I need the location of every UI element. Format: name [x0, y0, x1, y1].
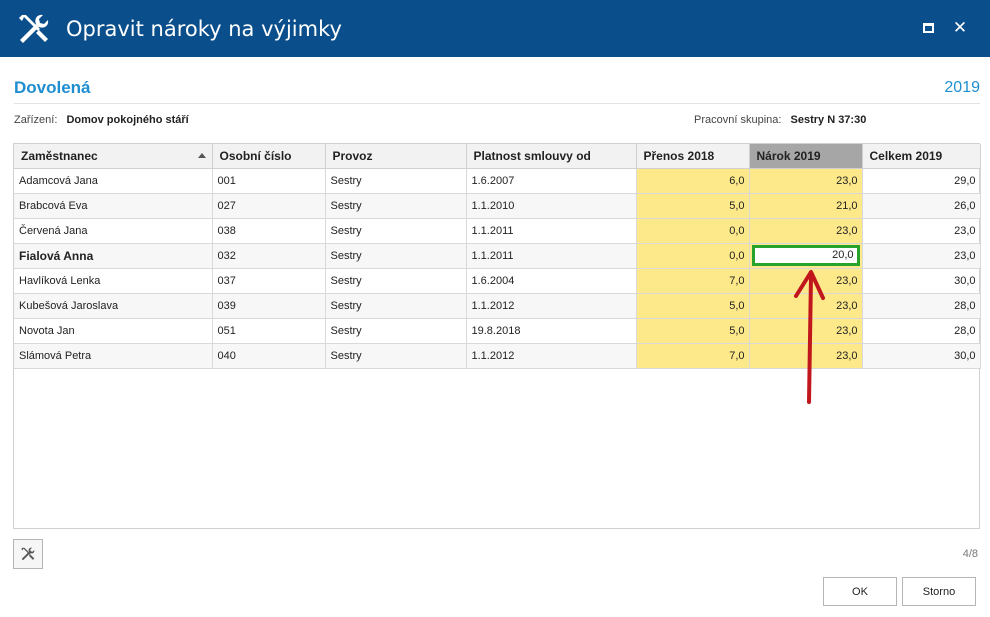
- personal-number-cell: 051: [212, 318, 326, 344]
- contract-start-cell: 1.6.2007: [466, 168, 637, 194]
- column-header-carryover[interactable]: Přenos 2018: [636, 144, 750, 169]
- sort-ascending-icon: [197, 153, 206, 158]
- entitlement-cell[interactable]: 23,0: [749, 268, 863, 294]
- table-row[interactable]: Fialová Anna 032 Sestry 1.1.2011 0,0 20,0 23,0: [14, 243, 981, 269]
- total-cell: 28,0: [862, 318, 981, 344]
- carryover-cell: 7,0: [636, 343, 750, 369]
- column-header-total[interactable]: Celkem 2019: [862, 144, 981, 169]
- wrench-screwdriver-icon: [21, 547, 35, 561]
- carryover-cell: 6,0: [636, 168, 750, 194]
- contract-start-cell: 1.1.2011: [466, 218, 637, 244]
- column-header-contract-start[interactable]: Platnost smlouvy od: [466, 144, 637, 169]
- operation-cell: Sestry: [325, 243, 467, 269]
- column-header-personal-number[interactable]: Osobní číslo: [212, 144, 326, 169]
- entitlement-cell[interactable]: 23,0: [749, 343, 863, 369]
- carryover-cell: 0,0: [636, 243, 750, 269]
- carryover-cell: 7,0: [636, 268, 750, 294]
- table-row[interactable]: Havlíková Lenka 037 Sestry 1.6.2004 7,0 23,0 3…: [14, 268, 981, 294]
- section-title: Dovolená: [14, 78, 91, 97]
- column-header-operation[interactable]: Provoz: [325, 144, 467, 169]
- employee-cell: Slámová Petra: [14, 343, 213, 369]
- entitlement-cell[interactable]: 23,0: [749, 293, 863, 319]
- pager-indicator: 4/8: [962, 548, 978, 560]
- employee-cell: Havlíková Lenka: [14, 268, 213, 294]
- entitlement-cell[interactable]: 21,0: [749, 193, 863, 219]
- cancel-button[interactable]: Storno: [902, 577, 976, 606]
- workgroup-label: Pracovní skupina:: [694, 114, 782, 126]
- entitlement-cell[interactable]: 20,0: [749, 243, 863, 269]
- operation-cell: Sestry: [325, 293, 467, 319]
- title-bar: Opravit nároky na výjimky ✕: [0, 0, 990, 57]
- total-cell: 28,0: [862, 293, 981, 319]
- entitlement-cell[interactable]: 23,0: [749, 218, 863, 244]
- personal-number-cell: 040: [212, 343, 326, 369]
- personal-number-cell: 037: [212, 268, 326, 294]
- personal-number-cell: 039: [212, 293, 326, 319]
- contract-start-cell: 19.8.2018: [466, 318, 637, 344]
- wrench-screwdriver-icon: [19, 14, 49, 43]
- employee-cell: Kubešová Jaroslava: [14, 293, 213, 319]
- employee-cell: Červená Jana: [14, 218, 213, 244]
- total-cell: 23,0: [862, 218, 981, 244]
- column-header-employee[interactable]: Zaměstnanec: [14, 144, 213, 169]
- operation-cell: Sestry: [325, 193, 467, 219]
- table-row[interactable]: Kubešová Jaroslava 039 Sestry 1.1.2012 5,0 23…: [14, 293, 981, 319]
- operation-cell: Sestry: [325, 218, 467, 244]
- entitlement-cell[interactable]: 23,0: [749, 318, 863, 344]
- employee-cell: Fialová Anna: [14, 243, 213, 269]
- table-row[interactable]: Novota Jan 051 Sestry 19.8.2018 5,0 23,0 28,0: [14, 318, 981, 344]
- table-row[interactable]: Brabcová Eva 027 Sestry 1.1.2010 5,0 21,0 26,0: [14, 193, 981, 219]
- close-button[interactable]: ✕: [952, 18, 968, 37]
- entitlement-cell[interactable]: 23,0: [749, 168, 863, 194]
- personal-number-cell: 032: [212, 243, 326, 269]
- contract-start-cell: 1.1.2010: [466, 193, 637, 219]
- employee-cell: Brabcová Eva: [14, 193, 213, 219]
- close-icon: ✕: [952, 18, 968, 37]
- employee-grid: Zaměstnanec Osobní číslo Provoz Platnost…: [13, 143, 981, 529]
- total-cell: 29,0: [862, 168, 981, 194]
- facility-info: Zařízení: Domov pokojného stáří: [14, 114, 189, 126]
- carryover-cell: 5,0: [636, 293, 750, 319]
- personal-number-cell: 027: [212, 193, 326, 219]
- operation-cell: Sestry: [325, 343, 467, 369]
- tools-button[interactable]: [13, 539, 43, 569]
- entitlement-edit-input[interactable]: 20,0: [751, 245, 860, 266]
- facility-value: Domov pokojného stáří: [66, 114, 189, 126]
- ok-button[interactable]: OK: [823, 577, 897, 606]
- facility-label: Zařízení:: [14, 114, 58, 126]
- personal-number-cell: 001: [212, 168, 326, 194]
- carryover-cell: 5,0: [636, 318, 750, 344]
- employee-cell: Novota Jan: [14, 318, 213, 344]
- table-header-row: Zaměstnanec Osobní číslo Provoz Platnost…: [14, 144, 981, 169]
- operation-cell: Sestry: [325, 168, 467, 194]
- workgroup-value: Sestry N 37:30: [790, 114, 867, 126]
- contract-start-cell: 1.1.2012: [466, 343, 637, 369]
- window-title: Opravit nároky na výjimky: [66, 16, 342, 41]
- employee-cell: Adamcová Jana: [14, 168, 213, 194]
- total-cell: 30,0: [862, 343, 981, 369]
- carryover-cell: 0,0: [636, 218, 750, 244]
- contract-start-cell: 1.6.2004: [466, 268, 637, 294]
- contract-start-cell: 1.1.2012: [466, 293, 637, 319]
- carryover-cell: 5,0: [636, 193, 750, 219]
- table-row[interactable]: Slámová Petra 040 Sestry 1.1.2012 7,0 23,0 30,…: [14, 343, 981, 369]
- total-cell: 30,0: [862, 268, 981, 294]
- column-header-entitlement[interactable]: Nárok 2019: [749, 144, 863, 169]
- personal-number-cell: 038: [212, 218, 326, 244]
- workgroup-info: Pracovní skupina: Sestry N 37:30: [694, 114, 866, 126]
- maximize-button[interactable]: [920, 20, 936, 36]
- maximize-icon: [922, 23, 934, 33]
- employee-table: Zaměstnanec Osobní číslo Provoz Platnost…: [14, 144, 981, 369]
- operation-cell: Sestry: [325, 268, 467, 294]
- divider: [14, 103, 980, 104]
- contract-start-cell: 1.1.2011: [466, 243, 637, 269]
- operation-cell: Sestry: [325, 318, 467, 344]
- total-cell: 26,0: [862, 193, 981, 219]
- year-label: 2019: [944, 79, 980, 96]
- table-row[interactable]: Červená Jana 038 Sestry 1.1.2011 0,0 23,0 23,0: [14, 218, 981, 244]
- table-row[interactable]: Adamcová Jana 001 Sestry 1.6.2007 6,0 23,0 29,…: [14, 168, 981, 194]
- total-cell: 23,0: [862, 243, 981, 269]
